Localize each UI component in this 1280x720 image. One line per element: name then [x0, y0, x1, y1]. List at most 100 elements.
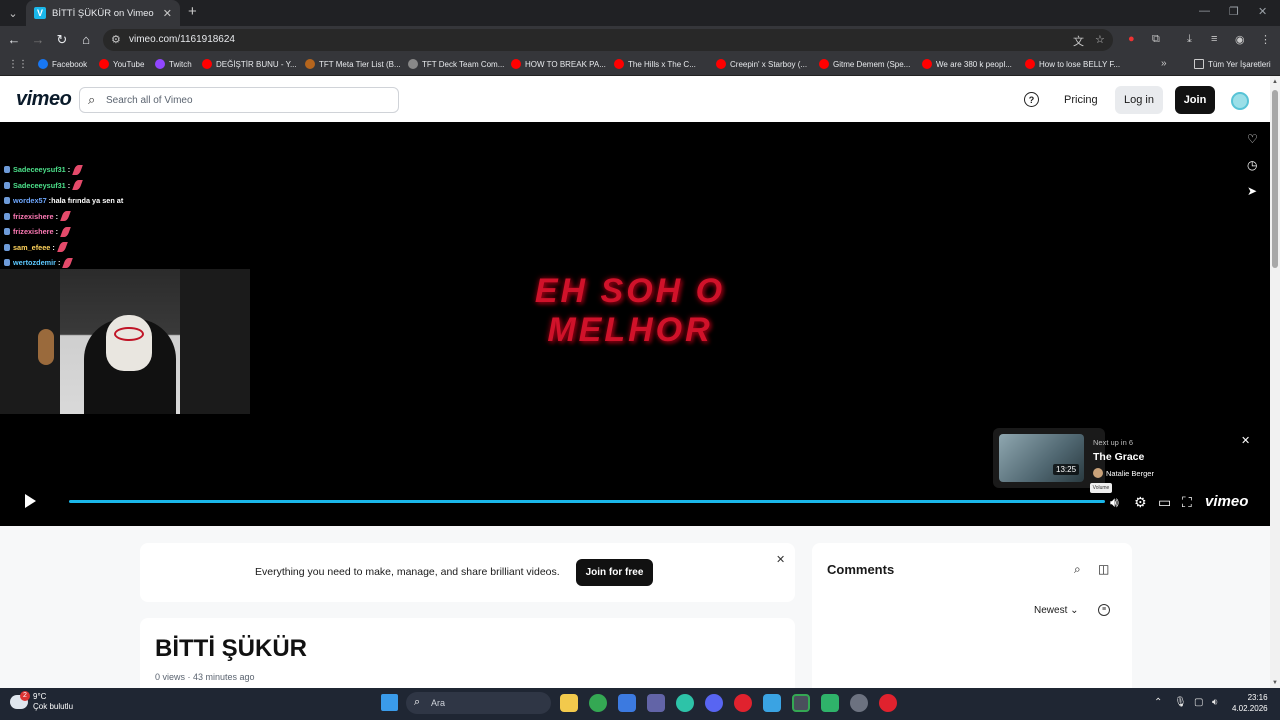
up-next-card[interactable]: 13:25 [993, 428, 1105, 488]
discord-icon[interactable] [705, 694, 723, 712]
vimeo-player-logo[interactable]: vimeo [1205, 493, 1248, 510]
comments-panel: Comments ⌕ ◫ Newest ⌄ ≡ [812, 543, 1132, 703]
bookmark-item[interactable]: Creepin' x Starboy (... [716, 59, 807, 69]
picture-in-picture-icon[interactable]: ▭ [1158, 494, 1171, 511]
up-next-title[interactable]: The Grace [1093, 451, 1144, 463]
menu-kebab-icon[interactable]: ⋮ [1260, 33, 1271, 46]
bookmark-item[interactable]: DEĞİŞTİR BUNU - Y... [202, 59, 297, 69]
bookmark-item[interactable]: Twitch [155, 59, 192, 69]
vimeo-logo[interactable]: vimeo [16, 88, 72, 111]
filter-icon[interactable]: ≡ [1098, 604, 1110, 616]
chrome-active-icon[interactable] [792, 694, 810, 712]
scroll-up-icon[interactable]: ▲ [1272, 79, 1278, 85]
home-icon[interactable]: ⌂ [78, 32, 94, 47]
start-windows-icon[interactable] [381, 694, 398, 711]
extensions-puzzle-icon[interactable]: ⧉ [1152, 33, 1160, 46]
forward-icon[interactable]: → [30, 32, 46, 47]
close-promo-icon[interactable]: ✕ [776, 553, 785, 566]
login-button[interactable]: Log in [1115, 86, 1163, 114]
bookmark-item[interactable]: YouTube [99, 59, 144, 69]
reload-icon[interactable]: ↻ [54, 32, 70, 48]
new-tab-icon[interactable]: + [188, 3, 197, 20]
play-icon[interactable] [25, 494, 36, 508]
search-input[interactable]: ⌕ Search all of Vimeo [79, 87, 399, 113]
join-button[interactable]: Join [1175, 86, 1215, 114]
fullscreen-icon[interactable]: ⛶ [1182, 494, 1192, 511]
close-window-icon[interactable]: ✕ [1258, 5, 1267, 18]
watch-later-clock-icon[interactable]: ◷ [1247, 158, 1257, 172]
share-send-icon[interactable]: ➤ [1247, 184, 1257, 198]
store-icon[interactable] [618, 694, 636, 712]
volume-icon[interactable]: 🔊︎ [1110, 494, 1119, 511]
scroll-down-icon[interactable]: ▼ [1272, 680, 1278, 686]
pricing-link[interactable]: Pricing [1064, 94, 1098, 106]
url-text[interactable]: vimeo.com/1161918624 [129, 34, 235, 45]
file-explorer-icon[interactable] [560, 694, 578, 712]
taskbar-search[interactable]: ⌕ Ara [406, 692, 551, 714]
extension-icon[interactable]: ● [1128, 33, 1135, 45]
bookmark-item[interactable]: The Hills x The C... [614, 59, 696, 69]
like-heart-icon[interactable]: ♡ [1247, 132, 1258, 146]
speaker-icon[interactable]: 🔉︎ [1212, 697, 1218, 708]
search-comments-icon[interactable]: ⌕ [1074, 562, 1081, 577]
bookmark-favicon-icon [155, 59, 165, 69]
mail-icon[interactable] [763, 694, 781, 712]
video-player[interactable]: ♡ ◷ ➤ Sadeceeysuf31: Sadeceeysuf31: word… [0, 122, 1270, 526]
site-info-icon[interactable]: ⚙ [111, 33, 121, 46]
browser-tab[interactable]: V BİTTİ ŞÜKÜR on Vimeo ✕ [26, 0, 180, 26]
chat-emote-icon [62, 257, 74, 268]
bookmark-item[interactable]: Facebook [38, 59, 87, 69]
clock[interactable]: 23:16 4.02.2026 [1232, 692, 1268, 714]
profile-icon[interactable]: ◉ [1235, 33, 1245, 46]
close-tab-icon[interactable]: ✕ [163, 7, 172, 20]
bookmark-item[interactable]: HOW TO BREAK PA... [511, 59, 606, 69]
address-bar: ← → ↻ ⌂ ⚙ vimeo.com/1161918624 文 ☆ ● ⧉ ⤓… [0, 26, 1280, 54]
url-field[interactable]: ⚙ vimeo.com/1161918624 文 ☆ [103, 29, 1113, 51]
microphone-icon[interactable]: 🎙︎ [1174, 697, 1187, 708]
help-icon[interactable]: ? [1024, 92, 1039, 107]
back-icon[interactable]: ← [6, 32, 22, 47]
chrome-icon[interactable] [589, 694, 607, 712]
bookmark-item[interactable]: Gitme Demem (Spe... [819, 59, 910, 69]
bookmark-item[interactable]: TFT Deck Team Com... [408, 59, 504, 69]
bookmark-favicon-icon [202, 59, 212, 69]
media-control-icon[interactable]: ≡ [1211, 33, 1217, 45]
close-up-next-icon[interactable]: ✕ [1241, 434, 1250, 447]
join-for-free-button[interactable]: Join for free [576, 559, 653, 586]
all-bookmarks-folder[interactable]: Tüm Yer İşaretleri [1194, 59, 1271, 69]
clock-time: 23:16 [1247, 693, 1268, 702]
bookmark-item[interactable]: TFT Meta Tier List (B... [305, 59, 401, 69]
video-meta: 0 views · 43 minutes ago [155, 672, 255, 682]
progress-bar[interactable] [69, 500, 1105, 503]
maximize-icon[interactable]: ❐ [1229, 5, 1239, 18]
bookmark-star-icon[interactable]: ☆ [1095, 33, 1105, 46]
tab-search-icon[interactable]: ⌄ [4, 4, 22, 22]
chat-emote-icon [60, 211, 71, 222]
collapse-panel-icon[interactable]: ◫ [1098, 562, 1109, 576]
steam-icon[interactable] [850, 694, 868, 712]
up-next-author[interactable]: Natalie Berger [1093, 468, 1154, 478]
translate-icon[interactable]: 文 [1073, 33, 1084, 49]
bookmark-label: Twitch [169, 59, 192, 69]
bookmark-item[interactable]: How to lose BELLY F... [1025, 59, 1120, 69]
scrollbar-thumb[interactable] [1272, 90, 1278, 268]
chat-text: hala fırında ya sen at [51, 196, 124, 206]
app-icon[interactable] [821, 694, 839, 712]
edge-icon[interactable] [676, 694, 694, 712]
weather-widget[interactable]: 2 9°C Çok bulutlu [10, 691, 73, 712]
youtube-app-icon[interactable] [879, 694, 897, 712]
download-icon[interactable]: ⤓ [1187, 33, 1192, 46]
sort-dropdown[interactable]: Newest ⌄ [1034, 605, 1079, 616]
opera-icon[interactable] [734, 694, 752, 712]
bookmark-label: How to lose BELLY F... [1039, 59, 1121, 69]
avatar[interactable] [1231, 92, 1249, 110]
settings-gear-icon[interactable]: ⚙ [1134, 494, 1147, 511]
apps-grid-icon[interactable]: ⋮⋮ [8, 59, 28, 70]
network-icon[interactable]: ▢ [1194, 697, 1203, 708]
minimize-icon[interactable]: — [1199, 5, 1210, 17]
teams-icon[interactable] [647, 694, 665, 712]
tray-chevron-up-icon[interactable]: ⌃ [1154, 697, 1162, 708]
more-bookmarks-icon[interactable]: » [1161, 58, 1167, 69]
bookmark-item[interactable]: We are 380 k peopl... [922, 59, 1012, 69]
page-scrollbar[interactable]: ▲ ▼ [1270, 76, 1280, 688]
